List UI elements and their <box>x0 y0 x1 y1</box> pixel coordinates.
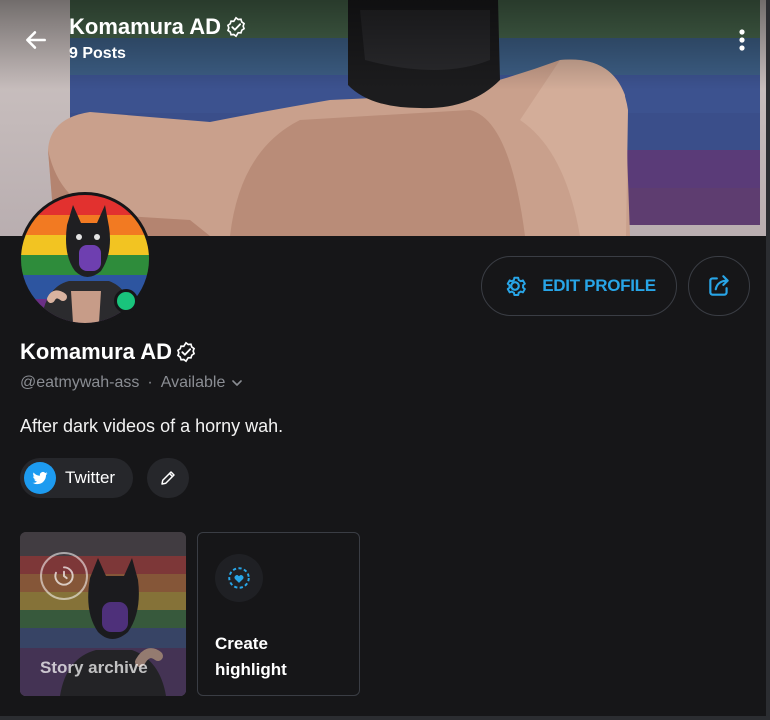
edit-links-button[interactable] <box>147 458 189 498</box>
edit-profile-button[interactable]: EDIT PROFILE <box>481 256 677 316</box>
pencil-icon <box>161 471 175 485</box>
back-button[interactable] <box>20 24 52 56</box>
twitter-link[interactable]: Twitter <box>20 458 134 498</box>
arrow-left-icon <box>26 31 46 49</box>
more-vertical-icon <box>739 29 745 51</box>
create-highlight-button[interactable]: Create highlight <box>197 532 360 696</box>
profile-meta: @eatmywah-ass · Available <box>20 374 243 392</box>
twitter-bird-icon <box>24 462 56 494</box>
profile-bio: After dark videos of a horny wah. <box>20 416 284 436</box>
twitter-label: Twitter <box>65 468 116 487</box>
bottom-divider <box>0 716 770 720</box>
header-title: Komamura AD <box>69 14 247 40</box>
availability-label: Available <box>160 374 226 391</box>
story-archive-label: Story archive <box>40 658 148 677</box>
clock-icon <box>40 552 88 600</box>
heart-plus-icon <box>215 554 263 602</box>
verified-badge-icon <box>226 16 246 38</box>
profile-handle: @eatmywah-ass <box>20 374 140 391</box>
gear-icon <box>507 276 527 296</box>
more-options-button[interactable] <box>728 24 756 56</box>
profile-name-text: Komamura AD <box>20 339 172 364</box>
edit-profile-label: EDIT PROFILE <box>542 276 656 295</box>
header-title-text: Komamura AD <box>69 14 221 39</box>
online-status-dot <box>114 289 138 313</box>
header-post-count: 9 Posts <box>69 45 126 62</box>
availability-dropdown[interactable]: Available <box>161 374 244 392</box>
verified-badge-icon <box>176 341 196 363</box>
profile-name: Komamura AD <box>20 339 197 365</box>
chevron-down-icon <box>232 380 243 386</box>
right-divider <box>766 0 770 720</box>
share-icon <box>709 275 729 296</box>
create-highlight-label: Create highlight <box>215 634 287 679</box>
share-button[interactable] <box>688 256 750 316</box>
meta-separator: · <box>147 374 153 391</box>
